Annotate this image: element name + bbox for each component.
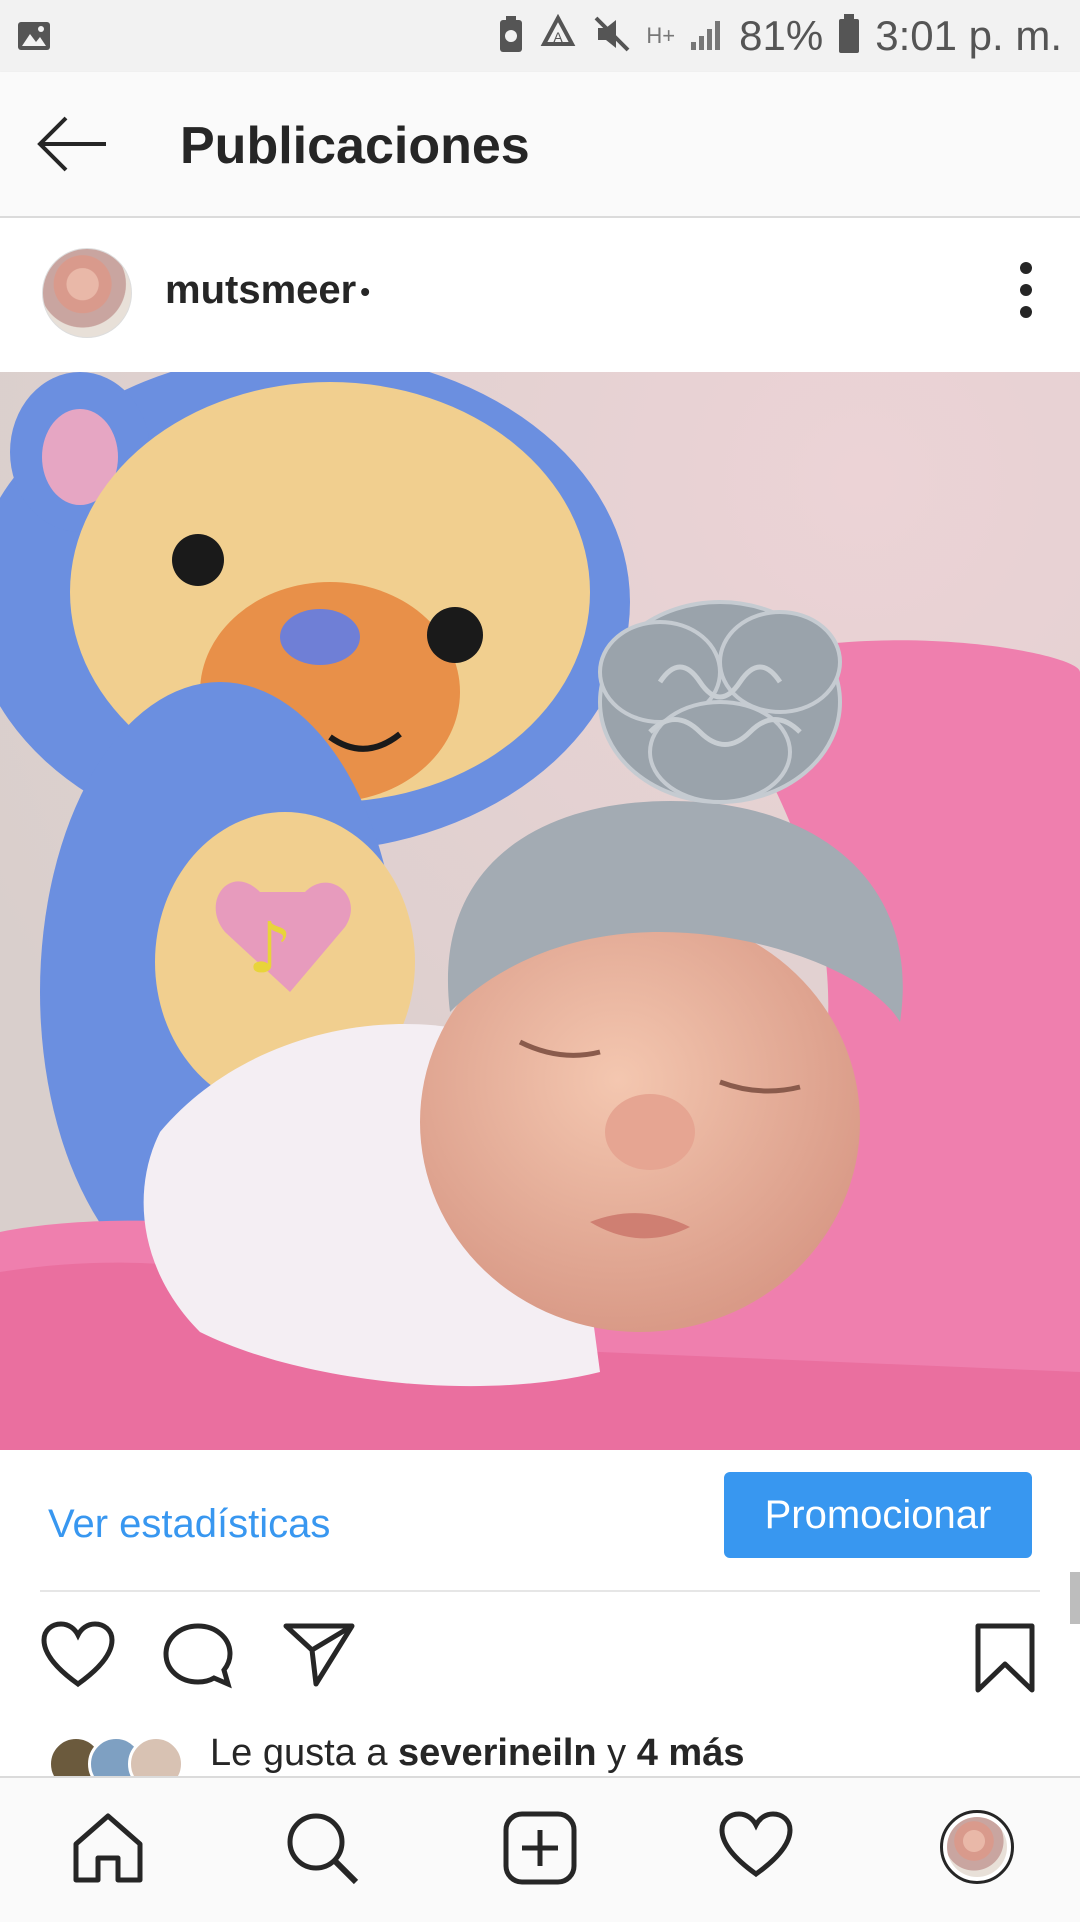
post-photo[interactable]: ♪ [0, 372, 1080, 1450]
bottom-nav [0, 1776, 1080, 1922]
divider [40, 1590, 1040, 1592]
scrollbar-thumb[interactable] [1070, 1572, 1080, 1624]
username-text[interactable]: mutsmeer [165, 268, 356, 312]
likes-row[interactable]: Le gusta a severineiln y 4 más [0, 1732, 1080, 1776]
promote-button[interactable]: Promocionar [724, 1472, 1032, 1558]
status-bar: A H+ 81% 3:01 p. m. [0, 0, 1080, 72]
likes-text: Le gusta a severineiln y 4 más [210, 1732, 744, 1775]
home-icon[interactable] [70, 1810, 146, 1891]
add-post-icon[interactable] [502, 1810, 578, 1891]
more-vertical-icon[interactable] [1016, 258, 1036, 329]
activity-icon[interactable] [718, 1810, 794, 1885]
comment-icon[interactable] [162, 1620, 234, 1695]
heart-icon[interactable] [40, 1620, 116, 1695]
separator-dot: • [360, 276, 371, 308]
clock: 3:01 p. m. [875, 12, 1062, 59]
network-icon: H+ [646, 23, 676, 48]
profile-avatar-image [947, 1817, 1007, 1877]
likes-middle: y [596, 1732, 637, 1774]
insights-bar: Ver estadísticas Promocionar [0, 1450, 1080, 1592]
battery-icon [837, 13, 861, 60]
likes-others[interactable]: 4 más [637, 1732, 745, 1774]
battery-saver-icon [498, 14, 524, 59]
likes-prefix: Le gusta a [210, 1732, 399, 1774]
svg-text:♪: ♪ [248, 907, 293, 989]
page-title: Publicaciones [180, 117, 530, 175]
mute-icon [592, 14, 632, 59]
view-insights-link[interactable]: Ver estadísticas [48, 1502, 330, 1547]
signal-icon [689, 16, 725, 57]
likes-user[interactable]: severineiln [398, 1732, 597, 1774]
liker-avatar [128, 1736, 184, 1776]
post-header: mutsmeer • [0, 218, 1080, 372]
svg-text:A: A [554, 29, 564, 45]
bookmark-icon[interactable] [974, 1622, 1036, 1699]
share-icon[interactable] [282, 1620, 356, 1695]
status-icons: A H+ 81% 3:01 p. m. [498, 6, 1062, 66]
search-icon[interactable] [284, 1810, 360, 1891]
battery-percent: 81% [739, 12, 824, 59]
recycle-icon: A [538, 13, 578, 59]
post-actions [0, 1600, 1080, 1730]
app-bar: Publicaciones [0, 72, 1080, 218]
profile-avatar[interactable] [940, 1810, 1014, 1884]
liker-avatars [48, 1736, 188, 1776]
post-username[interactable]: mutsmeer • [165, 268, 370, 313]
arrow-left-icon[interactable] [34, 114, 110, 179]
avatar[interactable] [42, 248, 132, 338]
gallery-icon [16, 18, 52, 59]
